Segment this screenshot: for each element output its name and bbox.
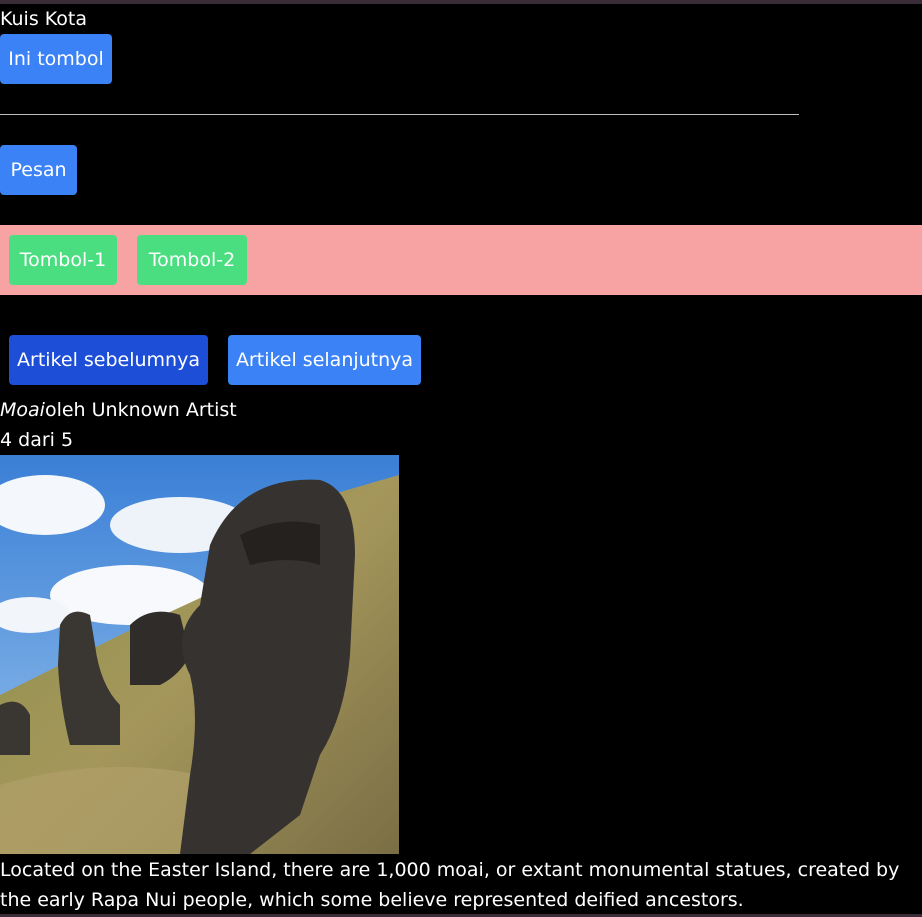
tombol-2-button[interactable]: Tombol-2 [137, 235, 247, 285]
quiz-heading: Kuis Kota [0, 8, 88, 30]
next-article-button[interactable]: Artikel selanjutnya [228, 335, 421, 385]
horizontal-divider [0, 114, 799, 115]
artwork-description: Located on the Easter Island, there are … [0, 859, 900, 911]
artwork-title: Moai [0, 399, 45, 421]
pesan-button[interactable]: Pesan [0, 145, 77, 195]
toolbar: Tombol-1 Tombol-2 [0, 225, 922, 295]
window-top-border [0, 0, 922, 4]
artwork-caption: Moaioleh Unknown Artist [0, 395, 237, 425]
previous-article-button[interactable]: Artikel sebelumnya [9, 335, 208, 385]
gallery-counter: 4 dari 5 [0, 429, 74, 451]
artwork-artist: oleh Unknown Artist [44, 399, 237, 421]
moai-photo [0, 455, 399, 854]
ini-tombol-button[interactable]: Ini tombol [0, 34, 112, 84]
tombol-1-button[interactable]: Tombol-1 [9, 235, 117, 285]
